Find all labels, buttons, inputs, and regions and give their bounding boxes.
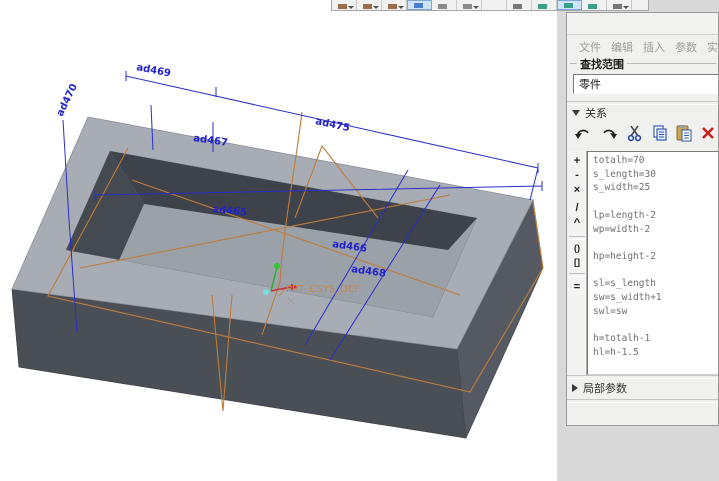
toolbar-button-pressed[interactable]: [407, 0, 432, 10]
local-params-label: 局部参数: [583, 380, 627, 396]
op-plus-button[interactable]: +: [568, 155, 586, 167]
paste-button[interactable]: [673, 123, 695, 145]
op-divide-button[interactable]: /: [568, 202, 586, 214]
toolbar-button[interactable]: [507, 0, 532, 10]
relations-dialog: 文件 编辑 插入 参数 实用工具 查找范围 零件 关系: [566, 12, 719, 426]
toolbar-button[interactable]: [332, 0, 357, 10]
tool-icon: [564, 3, 573, 8]
chevron-down-icon: [373, 6, 379, 9]
tool-icon: [414, 3, 423, 8]
collapse-arrow-icon: [572, 110, 580, 116]
menu-parameters[interactable]: 参数: [675, 39, 697, 55]
tool-icon: [438, 4, 447, 9]
expand-arrow-icon: [572, 384, 578, 392]
toolbar-button[interactable]: [357, 0, 382, 10]
operator-strip: + - × / ^ () [] =: [568, 151, 587, 375]
undo-button[interactable]: [572, 123, 594, 145]
menu-edit[interactable]: 编辑: [611, 39, 633, 55]
toolbar-button[interactable]: [607, 0, 632, 10]
relations-editor[interactable]: totalh=70 s_length=30 s_width=25 lp=leng…: [587, 151, 719, 375]
main-toolbar: [331, 0, 649, 11]
toolbar-button[interactable]: [482, 0, 507, 10]
lookin-groupbox-label: 查找范围: [577, 56, 627, 72]
section-separator: [567, 375, 718, 379]
menu-file[interactable]: 文件: [579, 39, 601, 55]
op-paren-button[interactable]: (): [568, 243, 586, 253]
dimension-label-ad469[interactable]: ad469: [135, 62, 171, 79]
dimension-label-ad475[interactable]: ad475: [314, 116, 350, 134]
relations-code[interactable]: totalh=70 s_length=30 s_width=25 lp=leng…: [588, 152, 719, 360]
section-separator: [567, 399, 718, 403]
delete-button[interactable]: [697, 123, 719, 145]
op-bracket-button[interactable]: []: [568, 257, 586, 267]
redo-icon: [600, 124, 618, 142]
relations-edit-toolbar: [567, 121, 718, 147]
redo-button[interactable]: [598, 123, 620, 145]
op-multiply-button[interactable]: ×: [568, 184, 586, 196]
scope-combobox-value: 零件: [579, 79, 601, 91]
dialog-titlebar[interactable]: [567, 13, 718, 35]
tool-icon: [538, 4, 547, 9]
relations-section-header[interactable]: 关系: [572, 106, 607, 120]
cut-button[interactable]: [624, 123, 646, 145]
toolbar-button[interactable]: [582, 0, 607, 10]
menu-insert[interactable]: 插入: [643, 39, 665, 55]
cut-icon: [626, 124, 644, 142]
toolbar-button[interactable]: [457, 0, 482, 10]
op-power-button[interactable]: ^: [568, 217, 586, 229]
operator-divider: [569, 273, 585, 277]
toolbar-button-pressed[interactable]: [557, 0, 582, 10]
toolbar-button[interactable]: [532, 0, 557, 10]
tool-icon: [613, 4, 622, 9]
local-params-header[interactable]: 局部参数: [572, 381, 627, 395]
toolbar-button[interactable]: [382, 0, 407, 10]
chevron-down-icon: [623, 6, 629, 9]
delete-icon: [699, 124, 717, 142]
chevron-down-icon: [398, 6, 404, 9]
copy-button[interactable]: [649, 123, 671, 145]
chevron-down-icon: [348, 6, 354, 9]
scope-combobox[interactable]: 零件: [573, 74, 719, 94]
relations-section-label: 关系: [585, 105, 607, 121]
dialog-menubar: 文件 编辑 插入 参数 实用工具: [567, 39, 719, 55]
paste-icon: [675, 124, 693, 142]
axis-y-endpoint[interactable]: [274, 263, 280, 269]
csys-label[interactable]: PRT_CSYS_DEF: [286, 284, 360, 295]
dimension-label-height[interactable]: ad470: [55, 82, 80, 118]
chevron-down-icon: [473, 6, 479, 9]
axis-z-endpoint[interactable]: [263, 289, 269, 295]
tool-icon: [513, 4, 522, 9]
undo-icon: [574, 124, 592, 142]
tool-icon: [463, 4, 472, 9]
operator-divider: [569, 236, 585, 240]
tool-icon: [588, 4, 597, 9]
tool-icon: [388, 4, 397, 9]
tool-icon: [338, 4, 347, 9]
op-minus-button[interactable]: -: [568, 169, 586, 181]
part-model: [12, 117, 543, 438]
creo-app-window: { "colors": { "dimension_blue": "#2a2ec8…: [0, 0, 719, 481]
toolbar-button[interactable]: [432, 0, 457, 10]
copy-icon: [651, 124, 669, 142]
tool-icon: [363, 4, 372, 9]
op-equals-button[interactable]: =: [568, 281, 586, 293]
menu-utilities[interactable]: 实用工具: [707, 39, 719, 55]
